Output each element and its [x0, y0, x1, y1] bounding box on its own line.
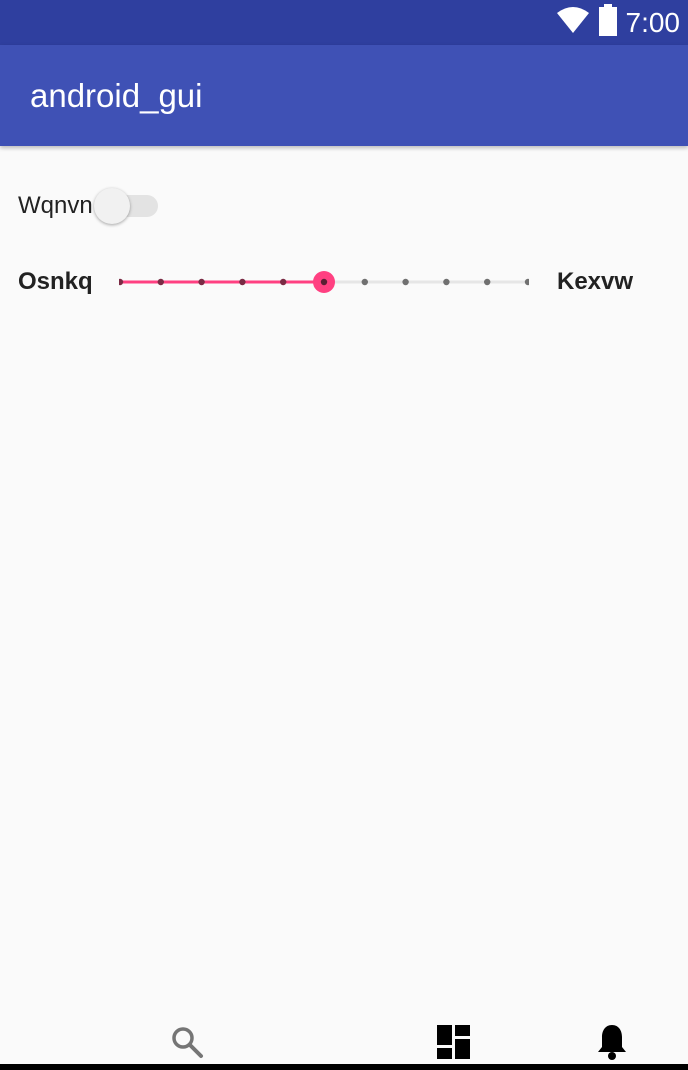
status-icons: 7:00: [556, 0, 681, 45]
status-time: 7:00: [625, 7, 681, 38]
slider-tick: [484, 278, 491, 286]
switch-thumb[interactable]: [94, 188, 130, 224]
slider-tick: [524, 278, 529, 286]
switch-label: Wqnvn: [18, 192, 93, 219]
slider-thumb-tick: [320, 278, 328, 286]
switch-row: Wqnvn: [18, 186, 218, 226]
bottom-navigation: [0, 1010, 688, 1064]
slider-tick: [239, 278, 246, 286]
search-icon: [169, 1024, 205, 1065]
slider-tick: [198, 278, 205, 286]
slider-min-label: Osnkq: [18, 268, 93, 295]
slider-graphic[interactable]: [119, 262, 529, 302]
wifi-icon: [556, 6, 590, 39]
slider-max-label: Kexvw: [557, 268, 634, 295]
slider-tick: [443, 278, 450, 286]
content-area: Wqnvn Osnkq Kexvw: [0, 146, 688, 1036]
slider-tick: [361, 278, 368, 286]
notifications-button[interactable]: [592, 1024, 632, 1064]
dashboard-button[interactable]: [434, 1024, 474, 1064]
notifications-icon: [596, 1023, 628, 1066]
battery-icon: [598, 4, 618, 41]
slider-tick: [119, 278, 124, 286]
dashboard-icon: [437, 1024, 471, 1064]
slider-tick: [157, 278, 164, 286]
slider-tick: [280, 278, 287, 286]
app-bar: android_gui: [0, 45, 688, 146]
slider-row: Osnkq Kexvw: [0, 262, 688, 302]
slider-tick: [402, 278, 409, 286]
system-nav-edge: [0, 1064, 688, 1070]
discrete-slider[interactable]: [119, 262, 529, 302]
search-button[interactable]: [167, 1024, 207, 1064]
status-bar: 7:00: [0, 0, 688, 45]
app-title: android_gui: [30, 77, 203, 114]
